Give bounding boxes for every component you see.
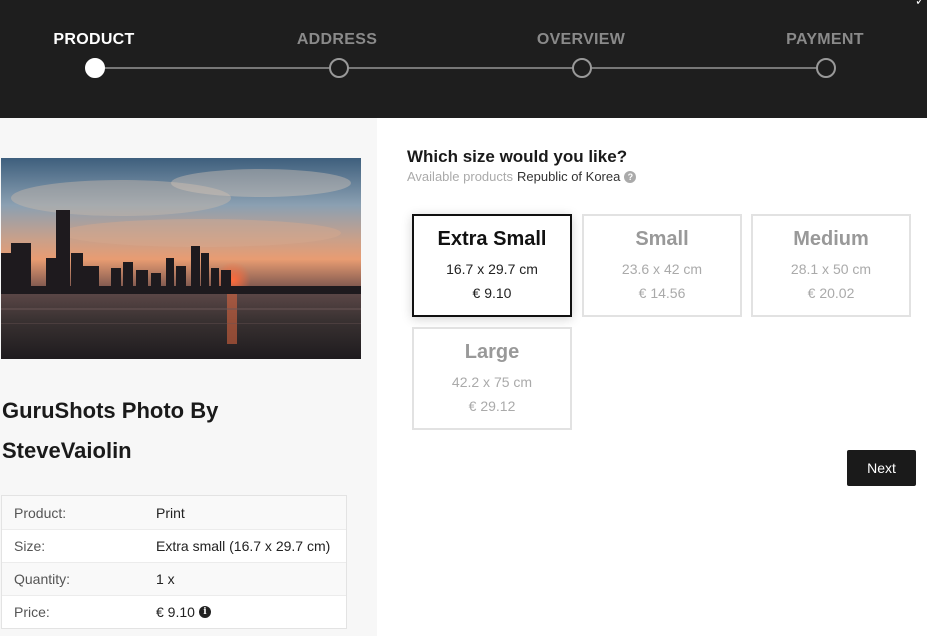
corner-mark-icon: ✓ <box>914 0 925 8</box>
next-button[interactable]: Next <box>847 450 916 486</box>
info-icon[interactable]: i <box>198 606 211 618</box>
detail-key: Size: <box>14 538 46 554</box>
available-products-line: Available products Republic of Korea ? <box>407 169 637 184</box>
size-option-dimensions: 16.7 x 29.7 cm <box>446 261 538 277</box>
help-icon[interactable]: ? <box>624 170 637 183</box>
size-option-medium[interactable]: Medium 28.1 x 50 cm € 20.02 <box>751 214 911 317</box>
detail-key: Price: <box>14 604 50 620</box>
step-product-dot[interactable] <box>85 58 105 78</box>
product-summary-panel: GuruShots Photo By SteveVaiolin Product:… <box>0 118 377 636</box>
product-title: GuruShots Photo By SteveVaiolin <box>2 391 362 471</box>
size-option-price: € 9.10 <box>472 285 512 301</box>
size-option-name: Small <box>635 228 689 250</box>
detail-value: Extra small (16.7 x 29.7 cm) <box>156 538 331 554</box>
detail-value-price: € 9.10 i <box>156 604 211 620</box>
country-name: Republic of Korea <box>517 169 621 184</box>
size-option-price: € 20.02 <box>807 285 855 301</box>
size-option-extra-small[interactable]: Extra Small 16.7 x 29.7 cm € 9.10 <box>412 214 572 317</box>
size-option-price: € 14.56 <box>638 285 686 301</box>
size-option-name: Medium <box>793 228 869 250</box>
order-details-table: Product: Print Size: Extra small (16.7 x… <box>1 495 347 629</box>
detail-row-quantity: Quantity: 1 x <box>2 562 346 595</box>
city-skyline-photo-icon <box>1 158 361 359</box>
detail-row-price: Price: € 9.10 i <box>2 595 346 628</box>
size-option-dimensions: 28.1 x 50 cm <box>790 261 872 277</box>
detail-row-size: Size: Extra small (16.7 x 29.7 cm) <box>2 529 346 562</box>
detail-key: Quantity: <box>14 571 71 587</box>
step-address-dot[interactable] <box>329 58 349 78</box>
step-overview-label: OVERVIEW <box>536 31 626 48</box>
detail-value: 1 x <box>156 571 175 587</box>
step-overview-dot[interactable] <box>572 58 592 78</box>
step-payment-dot[interactable] <box>816 58 836 78</box>
size-option-small[interactable]: Small 23.6 x 42 cm € 14.56 <box>582 214 742 317</box>
detail-value: Print <box>156 504 185 521</box>
step-payment-label: PAYMENT <box>786 31 864 48</box>
available-products-label: Available products <box>407 169 513 184</box>
step-address-label: ADDRESS <box>296 31 378 48</box>
size-option-dimensions: 42.2 x 75 cm <box>451 374 533 390</box>
product-title-line1: GuruShots Photo By <box>2 398 219 423</box>
size-option-price: € 29.12 <box>468 398 516 414</box>
size-option-name: Extra Small <box>437 228 547 250</box>
stepper-track <box>95 67 826 69</box>
size-option-large[interactable]: Large 42.2 x 75 cm € 29.12 <box>412 327 572 430</box>
size-option-dimensions: 23.6 x 42 cm <box>621 261 703 277</box>
detail-row-product: Product: Print <box>2 496 346 529</box>
price-value: € 9.10 <box>156 604 195 620</box>
product-title-line2: SteveVaiolin <box>2 438 132 463</box>
checkout-stepper: ✓ PRODUCT ADDRESS OVERVIEW PAYMENT <box>0 0 927 118</box>
product-photo <box>1 158 361 359</box>
step-product-label: PRODUCT <box>53 31 135 48</box>
detail-key: Product: <box>14 504 67 521</box>
size-question-heading: Which size would you like? <box>407 147 628 166</box>
size-option-name: Large <box>464 341 520 363</box>
